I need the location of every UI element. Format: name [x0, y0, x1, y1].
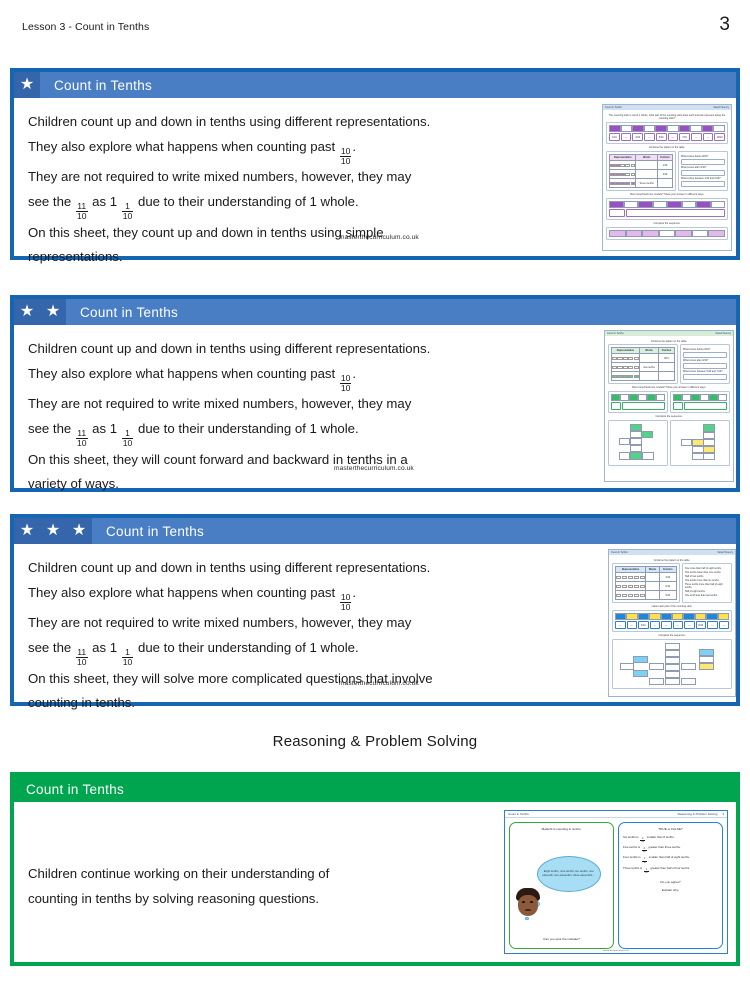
- reasoning-description: Children continue working on their under…: [28, 862, 528, 911]
- reasoning-thumb-credit: masterthecurriculum.co.uk: [603, 950, 629, 952]
- fraction-inline: 2 10: [640, 836, 646, 843]
- card-1-description: Children count up and down in tenths usi…: [28, 110, 528, 270]
- difficulty-stars-3: ★ ★ ★: [14, 518, 92, 544]
- card-1-title: Count in Tenths: [54, 77, 153, 93]
- card-1-header: ★ Count in Tenths: [14, 72, 736, 98]
- true-false-statement: Four tenths is 1 10 smaller than half of …: [623, 855, 690, 864]
- fraction-inline: 1 10: [642, 857, 647, 864]
- desc-line: Children count up and down in tenths usi…: [28, 341, 431, 356]
- lesson-card-1-star: ★ Count in Tenths Children count up and …: [10, 68, 740, 264]
- desc-line: see the 11 10 as 1 1 10 due to their under…: [28, 420, 359, 448]
- worksheet-page: Lesson 3 - Count in Tenths 3 ★ Count in …: [0, 0, 750, 1000]
- desc-line: On this sheet, they will count forward a…: [28, 451, 408, 467]
- page-header: Lesson 3 - Count in Tenths 3: [0, 0, 750, 56]
- thumb-1-counting-stick: 1/10— 3/10— 5/10— 7/10— —10/10: [606, 121, 728, 145]
- desc-line: They are not required to write mixed num…: [28, 615, 412, 631]
- true-false-statement: Five tenths is 2 10 greater than three te…: [623, 844, 681, 854]
- crossword-grid-3: [615, 642, 729, 686]
- fraction-ten-tenths: 10 10: [339, 592, 352, 612]
- worksheet-thumbnail-3[interactable]: Count in Tenths Varied Fluency Continue …: [608, 549, 736, 697]
- thought-bubble: Eight tenths, nine tenths, ten tenths, o…: [536, 855, 601, 892]
- desc-line: Children count up and down in tenths usi…: [28, 114, 431, 129]
- card-3-title: Count in Tenths: [106, 523, 205, 539]
- card-2-title: Count in Tenths: [80, 304, 179, 320]
- card-3-description: Children count up and down in tenths usi…: [28, 556, 528, 716]
- credit-text: masterthecurriculum.co.uk: [339, 234, 419, 241]
- reasoning-panel-left: Malachi is counting in tenths. Eight ten…: [509, 822, 614, 949]
- desc-line: Children continue working on their under…: [28, 866, 330, 881]
- thumb-3-content: Continue the pattern or the table. Repre…: [609, 555, 735, 693]
- card-2-header: ★ ★ Count in Tenths: [14, 299, 736, 325]
- fraction-one-tenth: 1 10: [121, 201, 134, 221]
- reasoning-card-header: Count in Tenths: [14, 776, 736, 802]
- star-icon: ★: [14, 518, 40, 544]
- true-false-statement: Three tenths is 1 10 greater than half of…: [623, 865, 690, 874]
- desc-line: On this sheet, they count up and down in…: [28, 224, 384, 240]
- star-icon: ★: [40, 518, 66, 544]
- reasoning-thumb-header: Count in Tenths Reasoning & Problem Solv…: [505, 811, 727, 818]
- reasoning-panel-right: TRUE or FALSE? Six tenths is 2 10 smaller…: [618, 822, 723, 949]
- page-number: 3: [719, 14, 730, 35]
- desc-line: representations.: [28, 249, 123, 265]
- fraction-eleven-tenths: 11 10: [75, 428, 88, 448]
- card-3-body: Children count up and down in tenths usi…: [14, 544, 736, 710]
- star-icon: ★: [40, 299, 66, 325]
- lesson-card-2-star: ★ ★ Count in Tenths Children count up an…: [10, 295, 740, 492]
- desc-line: see the 11 10 as 1 1 10 due to their under…: [28, 193, 359, 221]
- reasoning-thumb-body: Malachi is counting in tenths. Eight ten…: [505, 818, 727, 953]
- fraction-ten-tenths: 10 10: [339, 146, 352, 166]
- desc-line: They are not required to write mixed num…: [28, 169, 412, 185]
- desc-line: They are not required to write mixed num…: [28, 396, 412, 412]
- crossword-grid-left: [611, 423, 665, 463]
- fraction-ten-tenths: 10 10: [339, 373, 352, 393]
- fraction-inline: 2 10: [641, 846, 647, 854]
- worksheet-thumbnail-1[interactable]: Count in Tenths Varied Fluency The count…: [602, 104, 732, 251]
- desc-line: They also explore what happens when coun…: [28, 584, 357, 612]
- desc-line: They also explore what happens when coun…: [28, 365, 357, 393]
- fraction-one-tenth: 1 10: [121, 428, 134, 448]
- card-2-description: Children count up and down in tenths usi…: [28, 337, 528, 497]
- reasoning-problem-solving-card: Count in Tenths Children continue workin…: [10, 772, 740, 966]
- lesson-card-3-star: ★ ★ ★ Count in Tenths Children count up …: [10, 514, 740, 710]
- desc-line: On this sheet, they will solve more comp…: [28, 670, 433, 686]
- fraction-inline: 1 10: [643, 867, 649, 874]
- star-icon: ★: [14, 72, 40, 98]
- credit-text: masterthecurriculum.co.uk: [339, 680, 419, 687]
- reasoning-card-title: Count in Tenths: [26, 781, 125, 797]
- desc-line: counting in tenths by solving reasoning …: [28, 890, 320, 906]
- card-2-body: Children count up and down in tenths usi…: [14, 325, 736, 491]
- desc-line: Children count up and down in tenths usi…: [28, 560, 431, 575]
- section-title: Reasoning & Problem Solving: [272, 733, 478, 750]
- worksheet-thumbnail-2[interactable]: Count in Tenths Varied Fluency Continue …: [604, 330, 734, 482]
- fraction-eleven-tenths: 11 10: [75, 647, 88, 667]
- star-icon: ★: [66, 518, 92, 544]
- desc-line: They also explore what happens when coun…: [28, 138, 357, 166]
- desc-line: variety of ways.: [28, 476, 119, 492]
- card-1-body: Children count up and down in tenths usi…: [14, 98, 736, 264]
- star-icon: ★: [14, 299, 40, 325]
- thumb-1-content: The counting stick is worth 1 whole, wha…: [603, 110, 731, 244]
- student-avatar: [515, 888, 541, 918]
- desc-line: counting in tenths.: [28, 695, 136, 711]
- difficulty-stars-2: ★ ★: [14, 299, 66, 325]
- true-false-statement: Six tenths is 2 10 smaller than 8 tenths.: [623, 834, 675, 843]
- card-3-header: ★ ★ ★ Count in Tenths: [14, 518, 736, 544]
- fraction-eleven-tenths: 11 10: [75, 201, 88, 221]
- reasoning-card-body: Children continue working on their under…: [14, 802, 736, 962]
- crossword-grid-right: [673, 423, 727, 463]
- difficulty-stars-1: ★: [14, 72, 40, 98]
- credit-text: masterthecurriculum.co.uk: [334, 465, 414, 472]
- thumb-2-content: Continue the pattern in the table. Repre…: [605, 336, 733, 468]
- fraction-one-tenth: 1 10: [121, 647, 134, 667]
- desc-line: see the 11 10 as 1 1 10 due to their under…: [28, 639, 359, 667]
- document-title: Lesson 3 - Count in Tenths: [22, 21, 150, 33]
- reasoning-worksheet-thumbnail[interactable]: Count in Tenths Reasoning & Problem Solv…: [504, 810, 728, 954]
